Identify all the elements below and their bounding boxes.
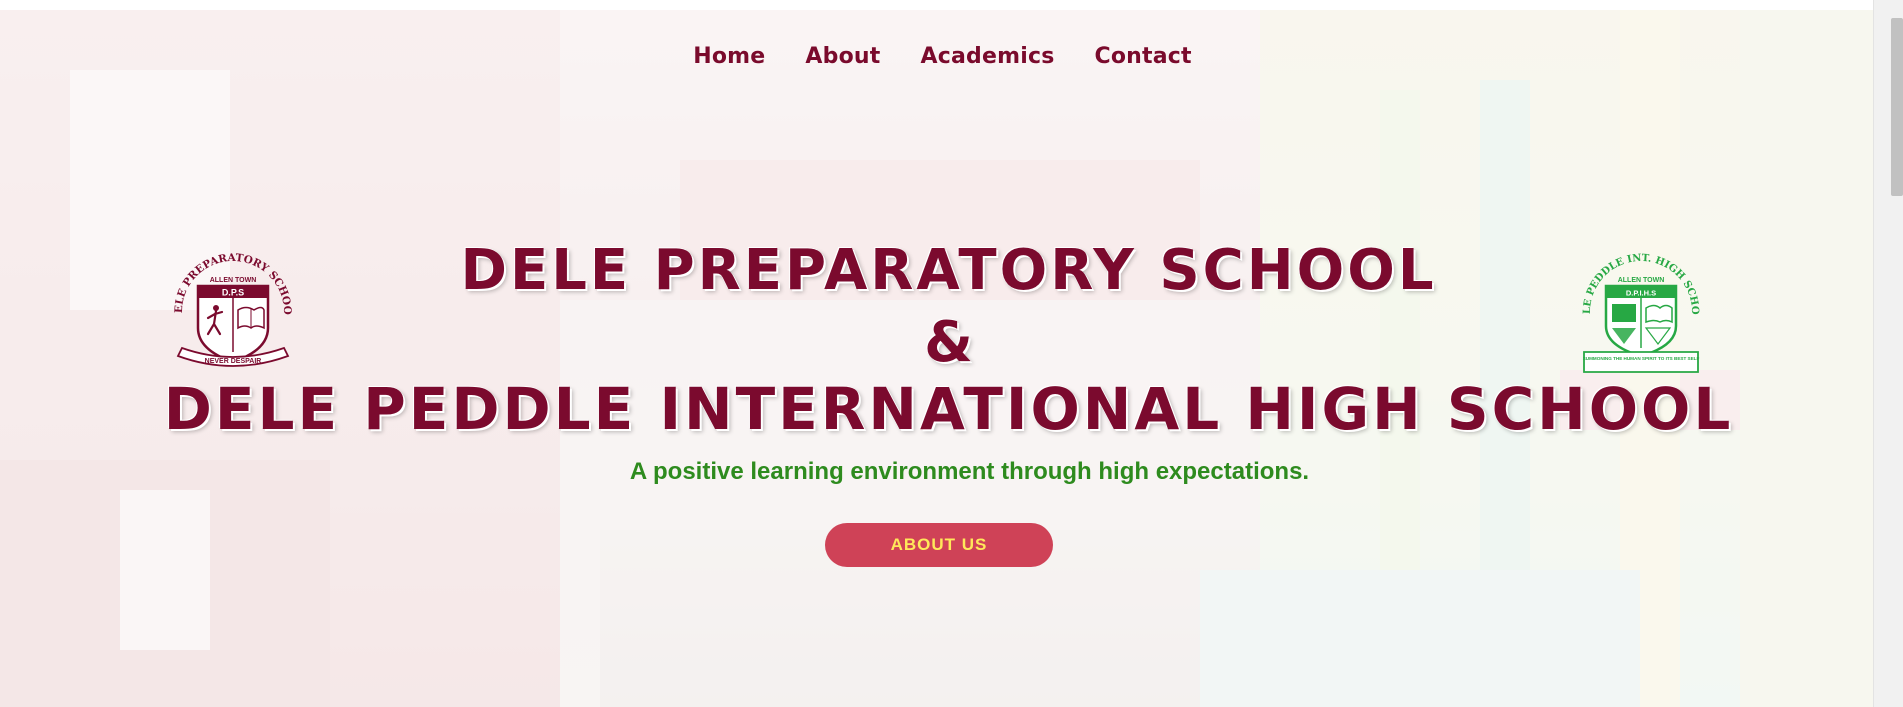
nav-academics-link[interactable]: Academics bbox=[921, 44, 1055, 69]
page: Home About Academics Contact DELE PREPAR… bbox=[0, 0, 1903, 707]
nav-home-link[interactable]: Home bbox=[693, 44, 765, 69]
title-ampersand: & bbox=[924, 310, 973, 375]
school-title-international-high: DELE PEDDLE INTERNATIONAL HIGH SCHOOL bbox=[163, 375, 1734, 443]
scrollbar-thumb[interactable] bbox=[1891, 18, 1903, 196]
nav-about-link[interactable]: About bbox=[805, 44, 880, 69]
page-scrollbar[interactable] bbox=[1873, 0, 1903, 707]
nav-contact-link[interactable]: Contact bbox=[1094, 44, 1191, 69]
hero-tagline: A positive learning environment through … bbox=[629, 458, 1310, 485]
about-us-button[interactable]: ABOUT US bbox=[825, 523, 1053, 567]
school-title-preparatory: DELE PREPARATORY SCHOOL bbox=[460, 238, 1437, 303]
hero-section: Home About Academics Contact DELE PREPAR… bbox=[0, 10, 1873, 707]
main-nav: Home About Academics Contact bbox=[0, 44, 1873, 69]
